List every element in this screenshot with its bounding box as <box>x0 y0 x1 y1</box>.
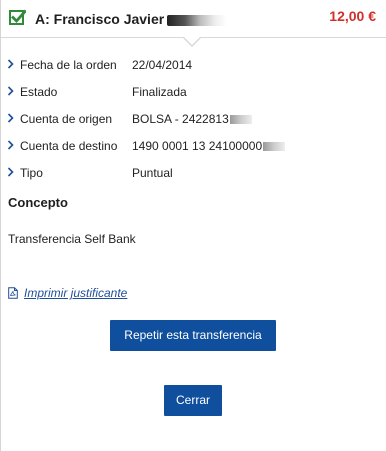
detail-row-destination-account: Cuenta de destino 1490 0001 13 24100000 <box>1 137 386 164</box>
recipient-name: A: Francisco Javier <box>35 11 165 27</box>
print-link-label[interactable]: Imprimir justificante <box>24 286 127 300</box>
pdf-icon <box>8 287 18 299</box>
detail-row-date: Fecha de la orden 22/04/2014 <box>1 56 386 83</box>
detail-label: Tipo <box>20 166 43 180</box>
checkbox-checked-icon <box>9 9 26 25</box>
detail-label: Cuenta de destino <box>20 139 118 153</box>
chevron-right-icon <box>7 113 14 123</box>
transfer-details: Fecha de la orden 22/04/2014 Estado Fina… <box>1 56 386 191</box>
detail-value: 22/04/2014 <box>132 58 193 72</box>
detail-label: Fecha de la orden <box>20 58 117 72</box>
detail-row-status: Estado Finalizada <box>1 83 386 110</box>
chevron-right-icon <box>7 140 14 150</box>
concept-text: Transferencia Self Bank <box>8 232 136 246</box>
destination-account-number: 1490 0001 13 24100000 <box>132 139 263 153</box>
detail-value: 1490 0001 13 24100000 <box>132 139 286 153</box>
detail-label: Cuenta de origen <box>20 112 113 126</box>
detail-label: Estado <box>20 85 58 99</box>
close-button[interactable]: Cerrar <box>164 385 222 416</box>
detail-row-type: Tipo Puntual <box>1 164 386 191</box>
repeat-transfer-button[interactable]: Repetir esta transferencia <box>110 320 276 351</box>
detail-row-origin-account: Cuenta de origen BOLSA - 2422813 <box>1 110 386 137</box>
chevron-right-icon <box>7 59 14 69</box>
recipient-title: A: Francisco Javier <box>35 11 228 27</box>
redacted-digits <box>229 115 252 125</box>
redacted-surname <box>167 14 228 26</box>
transfer-header: A: Francisco Javier 12,00 € <box>1 0 386 38</box>
transfer-detail-panel: A: Francisco Javier 12,00 € Fecha de la … <box>0 0 386 451</box>
header-notch <box>182 36 202 47</box>
print-receipt-link[interactable]: Imprimir justificante <box>8 286 127 300</box>
detail-value: Puntual <box>132 166 173 180</box>
transfer-amount: 12,00 € <box>329 8 376 24</box>
chevron-right-icon <box>7 86 14 96</box>
redacted-digits <box>263 142 286 152</box>
detail-value: Finalizada <box>132 85 187 99</box>
chevron-right-icon <box>7 167 14 177</box>
origin-account-number: BOLSA - 2422813 <box>132 112 229 126</box>
concept-heading: Concepto <box>8 195 68 210</box>
detail-value: BOLSA - 2422813 <box>132 112 252 126</box>
